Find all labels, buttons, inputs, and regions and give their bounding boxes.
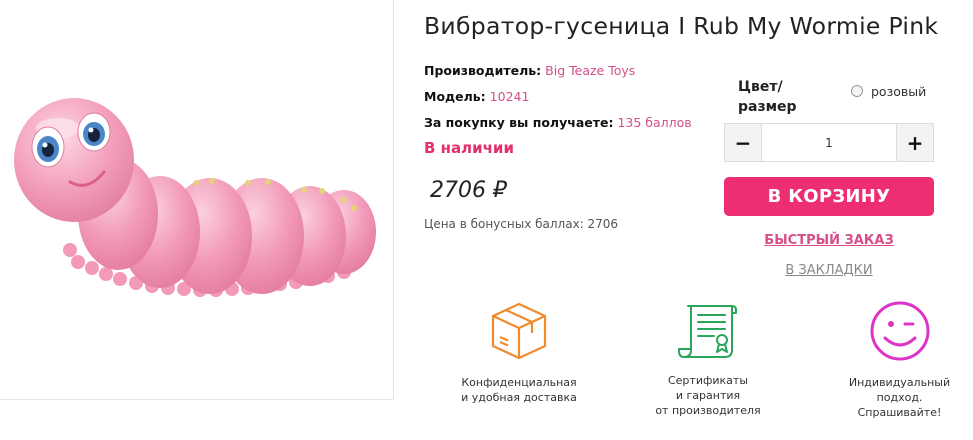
option-label: Цвет/ размер [738,77,797,117]
option-label-line2: размер [738,99,797,115]
manufacturer-label: Производитель: [424,63,542,78]
bonus-value: 135 баллов [617,115,692,130]
product-title: Вибратор-гусеница I Rub My Wormie Pink [424,12,939,40]
feature-delivery-caption: Конфиденциальная и удобная доставка [461,376,577,404]
model-row: Модель: 10241 [424,89,529,104]
quantity-minus-button[interactable]: − [725,124,761,161]
bonus-price: Цена в бонусных баллах: 2706 [424,217,619,231]
product-image[interactable] [0,0,394,400]
quick-order-link[interactable]: БЫСТРЫЙ ЗАКАЗ [724,233,934,248]
feature-certificates: Сертификаты и гарантия от производителя [630,300,786,418]
price: 2706 ₽ [430,178,507,203]
feature-individual: Индивидуальный подход. Спрашивайте! [826,300,973,420]
certificate-icon [678,305,737,358]
bookmark-link[interactable]: В ЗАКЛАДКИ [724,263,934,278]
feature-individual-caption: Индивидуальный подход. Спрашивайте! [848,376,951,419]
quantity-stepper: − 1 + [724,123,934,162]
add-to-cart-button[interactable]: В КОРЗИНУ [724,177,934,216]
wink-smiley-icon [870,301,929,361]
manufacturer-row: Производитель: Big Teaze Toys [424,63,635,78]
option-label-line1: Цвет/ [738,79,783,95]
model-value: 10241 [489,89,530,104]
feature-delivery: Конфиденциальная и удобная доставка [443,300,595,405]
bonus-row: За покупку вы получаете: 135 баллов [424,115,692,130]
bonus-label: За покупку вы получаете: [424,115,614,130]
product-image-frame[interactable] [0,0,394,400]
manufacturer-link[interactable]: Big Teaze Toys [545,63,635,78]
box-icon [491,302,547,360]
color-radio[interactable] [851,85,863,97]
quantity-plus-button[interactable]: + [897,124,933,161]
stock-status: В наличии [424,139,514,157]
model-label: Модель: [424,89,486,104]
feature-certificates-caption: Сертификаты и гарантия от производителя [655,374,761,417]
quantity-input[interactable]: 1 [761,124,897,161]
color-radio-label[interactable]: розовый [871,84,926,99]
